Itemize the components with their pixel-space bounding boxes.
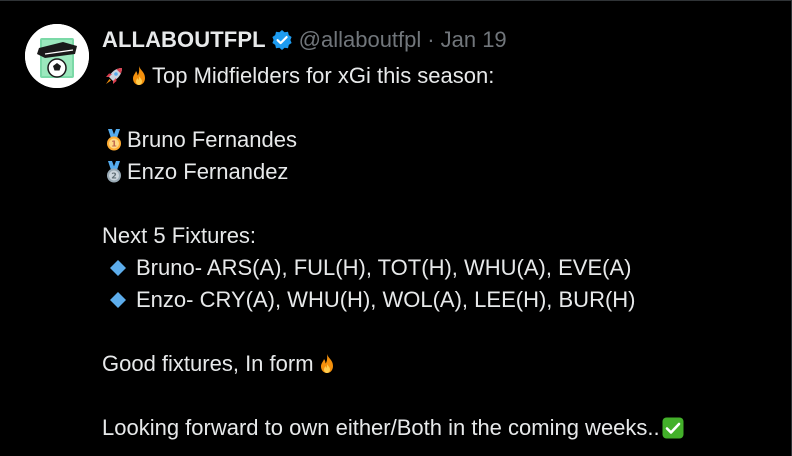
top-divider: [0, 0, 792, 1]
tweet-text: Top Midfielders for xGi this season: 1 B…: [102, 60, 782, 444]
rocket-icon: [102, 64, 126, 88]
player-line-1: 1 Bruno Fernandes: [102, 124, 782, 156]
author-handle[interactable]: @allaboutfpl: [299, 27, 422, 53]
form-line: Good fixtures, In form: [102, 348, 782, 380]
header-separator: ·: [427, 27, 435, 52]
tweet-card[interactable]: ALLABOUTFPL @allaboutfpl · Jan 19 Top Mi…: [0, 0, 792, 456]
fire-icon: [127, 64, 151, 88]
blue-diamond-icon: [106, 288, 130, 312]
closing-text: Looking forward to own either/Both in th…: [102, 415, 660, 440]
fixture-text: Bruno- ARS(A), FUL(H), TOT(H), WHU(A), E…: [136, 255, 632, 280]
silver-medal-icon: 2: [102, 160, 126, 184]
tweet-date[interactable]: Jan 19: [441, 27, 507, 53]
display-name[interactable]: ALLABOUTFPL: [102, 27, 266, 53]
avatar[interactable]: [25, 24, 89, 88]
blue-diamond-icon: [106, 256, 130, 280]
fire-icon: [315, 352, 339, 376]
closing-line: Looking forward to own either/Both in th…: [102, 412, 782, 444]
fixtures-heading-line: Next 5 Fixtures:: [102, 220, 782, 252]
svg-text:2: 2: [111, 172, 117, 181]
headline-line: Top Midfielders for xGi this season:: [102, 60, 782, 92]
svg-text:1: 1: [111, 140, 117, 149]
tweet-header: ALLABOUTFPL @allaboutfpl · Jan 19: [102, 25, 507, 55]
check-mark-button-icon: [661, 416, 685, 440]
gold-medal-icon: 1: [102, 128, 126, 152]
player-name: Enzo Fernandez: [127, 159, 289, 184]
fixture-line-2: Enzo- CRY(A), WHU(H), WOL(A), LEE(H), BU…: [102, 284, 782, 316]
avatar-logo-icon: [25, 24, 89, 88]
headline-text: Top Midfielders for xGi this season:: [152, 63, 495, 88]
fixture-text: Enzo- CRY(A), WHU(H), WOL(A), LEE(H), BU…: [136, 287, 636, 312]
form-text: Good fixtures, In form: [102, 351, 314, 376]
fixture-line-1: Bruno- ARS(A), FUL(H), TOT(H), WHU(A), E…: [102, 252, 782, 284]
player-line-2: 2 Enzo Fernandez: [102, 156, 782, 188]
verified-badge-icon: [271, 29, 293, 51]
player-name: Bruno Fernandes: [127, 127, 297, 152]
fixtures-heading: Next 5 Fixtures:: [102, 223, 257, 248]
